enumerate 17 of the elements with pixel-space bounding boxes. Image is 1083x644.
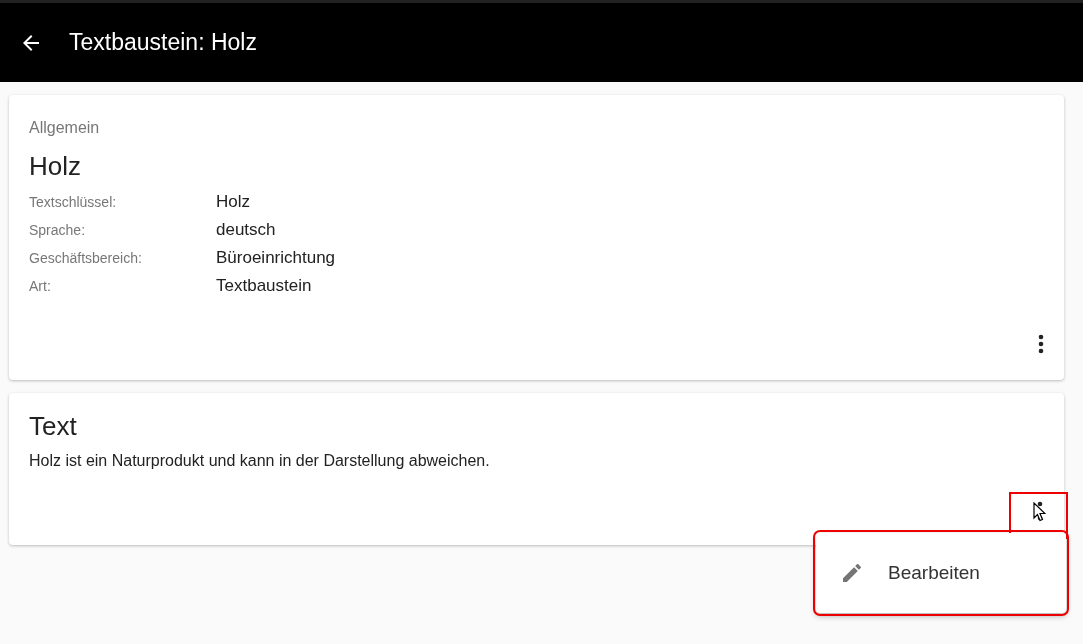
mouse-cursor-icon — [1033, 502, 1046, 522]
pencil-icon — [840, 561, 864, 585]
field-value: Büroeinrichtung — [216, 248, 337, 268]
field-value: deutsch — [216, 220, 277, 240]
body-text: Holz ist ein Naturprodukt und kann in der Darstellung abweichen. — [29, 452, 491, 470]
field-label: Sprache: — [29, 222, 87, 238]
menu-item[interactable]: Bearbeiten — [816, 533, 1066, 613]
section-label: Allgemein — [29, 119, 101, 137]
more-options-button[interactable] — [1036, 334, 1046, 356]
card-heading: Text — [29, 411, 78, 442]
field-value: Holz — [216, 192, 251, 212]
field-value: Textbaustein — [216, 276, 313, 296]
field-label: Geschäftsbereich: — [29, 250, 143, 266]
card-heading: Holz — [29, 151, 82, 182]
page-title: Textbaustein: Holz — [69, 29, 257, 56]
field-label: Art: — [29, 278, 52, 294]
field-label: Textschlüssel: — [29, 194, 118, 210]
